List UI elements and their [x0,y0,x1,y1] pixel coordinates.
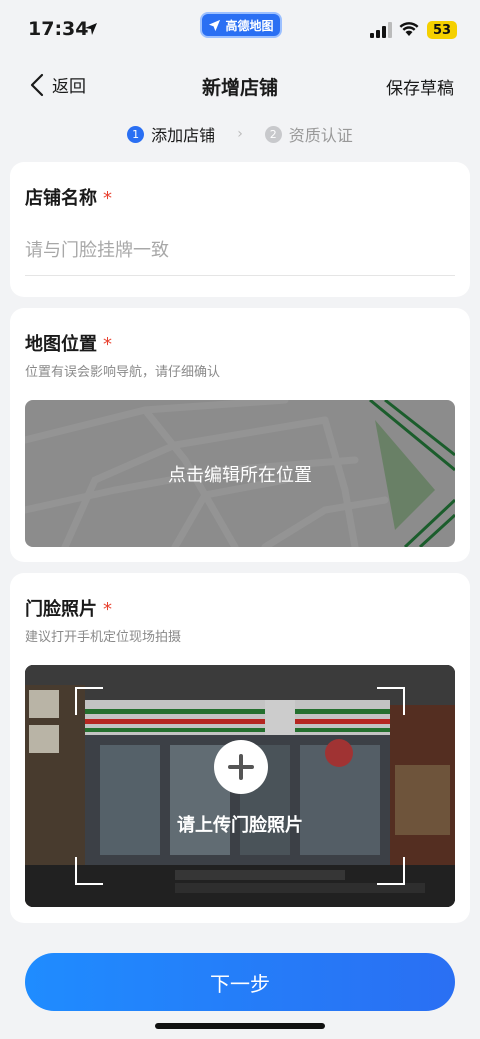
map-location-card: 地图位置 * 位置有误会影响导航，请仔细确认 点击编辑所在位置 [10,308,470,562]
upload-photo-label: 请上传门脸照片 [177,815,303,836]
back-button[interactable]: 返回 [30,72,86,97]
next-step-button[interactable]: 下一步 [25,953,455,1011]
battery-indicator: 53 [427,21,457,39]
status-bar: 17:34 高德地图 53 [0,0,480,60]
map-preview[interactable]: 点击编辑所在位置 [25,400,455,547]
required-mark: * [103,334,112,355]
storefront-photo-subtitle: 建议打开手机定位现场拍摄 [25,630,182,645]
step-add-store: 1 添加店铺 [127,122,215,146]
chevron-right-icon: › [237,126,243,142]
status-time: 17:34 [28,18,89,40]
nav-bar: 返回 新增店铺 保存草稿 [0,60,480,110]
store-name-title: 店铺名称 * [25,188,112,209]
storefront-photo-title: 门脸照片 * [25,599,112,620]
map-edit-text: 点击编辑所在位置 [168,464,312,486]
plus-icon [228,754,254,780]
step-label: 添加店铺 [151,126,216,145]
wifi-icon [399,22,419,36]
required-mark: * [103,599,112,620]
frame-corner [377,687,405,715]
store-name-card: 店铺名称 * [10,162,470,297]
required-mark: * [103,188,112,209]
back-label: 返回 [52,77,86,97]
home-indicator [155,1023,325,1029]
step-label: 资质认证 [288,126,353,145]
add-photo-button[interactable] [214,740,268,794]
map-location-title: 地图位置 * [25,334,112,355]
store-name-input[interactable] [25,226,455,276]
save-draft-button[interactable]: 保存草稿 [386,74,454,99]
step-number: 1 [127,125,145,143]
app-name: 高德地图 [225,18,274,33]
location-arrow-icon [85,23,97,35]
map-edit-overlay: 点击编辑所在位置 [25,400,455,547]
photo-upload-area[interactable]: 请上传门脸照片 [25,665,455,907]
step-qualification: 2 资质认证 [264,122,353,146]
frame-corner [377,857,405,885]
frame-corner [75,687,103,715]
step-number: 2 [264,125,282,143]
navigation-icon [209,19,221,31]
cellular-signal-icon [370,22,392,38]
app-return-pill[interactable]: 高德地图 [200,12,282,38]
storefront-photo-card: 门脸照片 * 建议打开手机定位现场拍摄 请上传门脸照片 [10,573,470,923]
step-indicator: 1 添加店铺 › 2 资质认证 [0,120,480,148]
map-location-subtitle: 位置有误会影响导航，请仔细确认 [25,365,221,380]
chevron-left-icon [30,73,44,96]
frame-corner [75,857,103,885]
